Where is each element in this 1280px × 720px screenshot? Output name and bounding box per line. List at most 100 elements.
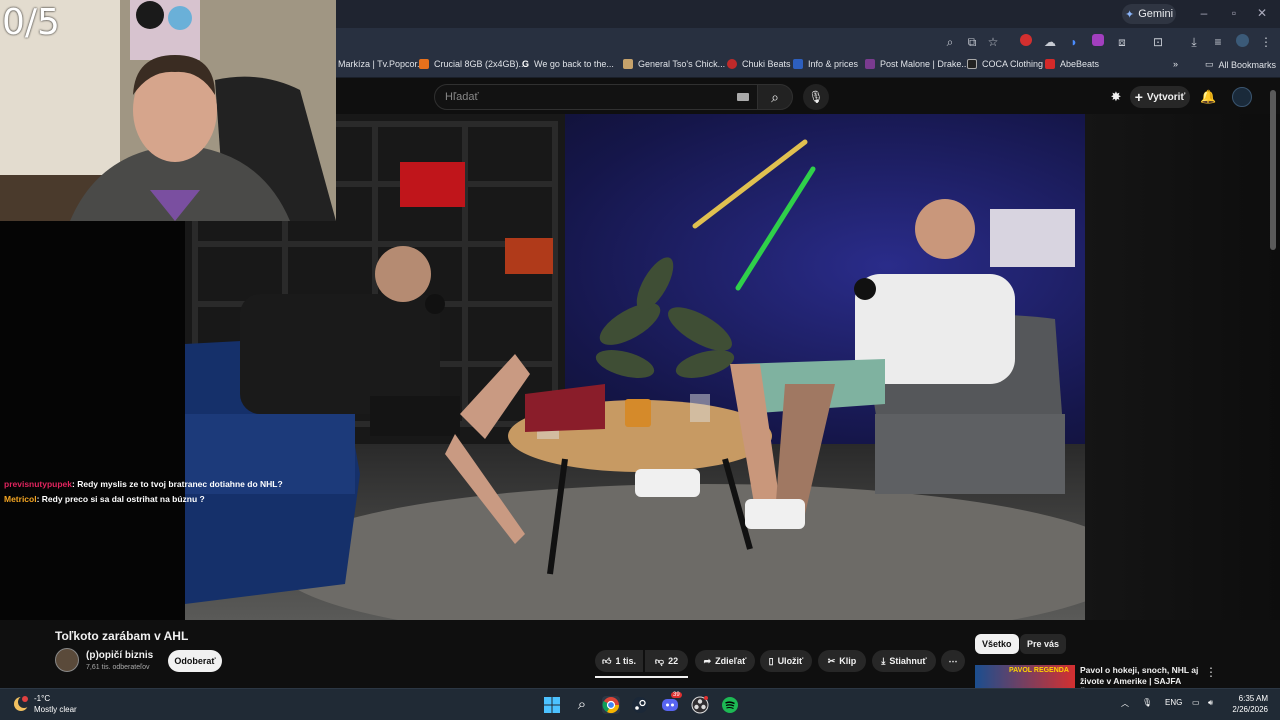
- download-button[interactable]: ⤓ Stiahnuť: [872, 650, 936, 672]
- chat-text: : Redy myslis ze to tvoj bratranec dotia…: [72, 479, 283, 489]
- stream-chat-overlay: [0, 221, 185, 620]
- account-avatar[interactable]: [1232, 87, 1252, 107]
- restore-icon[interactable]: ▫: [1224, 6, 1244, 20]
- voice-search-button[interactable]: 🎙: [803, 84, 829, 110]
- video-side-area: [1085, 114, 1280, 620]
- thumbs-up-icon: 👍︎: [602, 655, 612, 666]
- create-button[interactable]: + Vytvoriť: [1130, 86, 1190, 108]
- dislike-button[interactable]: 👎︎ 22: [645, 650, 688, 672]
- discord-taskbar-icon[interactable]: 39: [661, 692, 682, 714]
- folder-icon: ▭: [1205, 59, 1214, 69]
- steam-taskbar-icon[interactable]: [631, 696, 649, 714]
- zoom-icon[interactable]: ⌕: [942, 34, 958, 50]
- install-app-icon[interactable]: ⧉: [964, 34, 980, 50]
- chip-for-you[interactable]: Pre vás: [1020, 634, 1067, 654]
- create-label: Vytvoriť: [1146, 91, 1186, 103]
- taskbar-search-icon[interactable]: ⌕: [573, 696, 591, 714]
- favicon-icon: [419, 59, 429, 69]
- thumbs-down-icon: 👎︎: [654, 655, 665, 666]
- recommended-thumbnail[interactable]: PAVOL REGENDA: [975, 665, 1075, 688]
- red-shelf-light: [400, 162, 465, 207]
- download-icon: ⤓: [881, 655, 886, 666]
- search-button[interactable]: ⌕: [757, 84, 793, 110]
- volume-icon[interactable]: 🔊︎: [1208, 698, 1213, 708]
- favicon-icon: [1045, 59, 1055, 69]
- favicon-icon: [967, 59, 977, 69]
- media-controls-icon[interactable]: ≡: [1210, 34, 1226, 50]
- sparkle-icon: ✦: [1124, 8, 1135, 21]
- channel-avatar[interactable]: [55, 648, 79, 672]
- bookmark-star-icon[interactable]: ☆: [985, 34, 1001, 50]
- tray-overflow-icon[interactable]: ︿: [1121, 698, 1129, 709]
- chip-all[interactable]: Všetko: [975, 634, 1019, 654]
- chrome-taskbar-icon[interactable]: [602, 696, 620, 714]
- input-language[interactable]: ENG: [1165, 698, 1182, 707]
- bookmark-item[interactable]: General Tso's Chick...: [623, 59, 725, 69]
- like-button[interactable]: 👍︎ 1 tis.: [595, 650, 643, 672]
- profile-avatar-icon[interactable]: [1234, 34, 1250, 50]
- more-horizontal-icon: ⋯: [948, 655, 958, 666]
- g-favicon-icon: G: [522, 59, 530, 69]
- goal-counter: 0/5: [2, 2, 60, 43]
- gemini-button[interactable]: ✦ Gemini: [1122, 4, 1176, 24]
- network-icon[interactable]: ▭: [1192, 698, 1200, 707]
- thumbnail-text: PAVOL REGENDA: [1009, 667, 1069, 674]
- favicon-icon: [865, 59, 875, 69]
- channel-name[interactable]: (p)opičí biznis: [86, 650, 153, 661]
- bookmark-item[interactable]: Markíza | Tv.Popcor...: [338, 59, 425, 69]
- subscriber-count: 7,61 tis. odberateľov: [86, 664, 150, 671]
- share-button[interactable]: ➦ Zdieľať: [695, 650, 755, 672]
- bookmark-item[interactable]: Post Malone | Drake...: [865, 59, 969, 69]
- weather-description: Mostly clear: [34, 705, 77, 714]
- bookmarks-overflow-icon[interactable]: »: [1173, 59, 1178, 69]
- share-icon: ➦: [703, 655, 712, 666]
- page-scrollbar[interactable]: [1270, 90, 1276, 250]
- bookmark-item[interactable]: G We go back to the...: [522, 59, 614, 69]
- notifications-bell-icon[interactable]: 🔔: [1200, 89, 1216, 105]
- downloads-icon[interactable]: ⤓: [1186, 34, 1202, 50]
- spotify-taskbar-icon[interactable]: [721, 696, 739, 714]
- extension-red-icon[interactable]: [1018, 34, 1034, 50]
- discord-badge: 39: [671, 692, 682, 698]
- subscribe-button[interactable]: Odoberať: [168, 650, 222, 672]
- close-icon[interactable]: ✕: [1252, 6, 1272, 20]
- weather-moon-icon[interactable]: [12, 695, 30, 713]
- clip-button[interactable]: ✂ Klip: [818, 650, 866, 672]
- clock-time[interactable]: 6:35 AM: [1230, 694, 1268, 703]
- search-placeholder: Hľadať: [445, 91, 479, 103]
- search-icon: ⌕: [771, 89, 779, 105]
- save-button[interactable]: ▯ Uložiť: [760, 650, 812, 672]
- bookmark-icon: ▯: [768, 655, 774, 666]
- favicon-icon: [623, 59, 633, 69]
- chat-username: previsnutypupek: [4, 479, 73, 489]
- bookmark-item[interactable]: Chuki Beats: [727, 59, 791, 69]
- video-title: Toľkoto zarábam v AHL: [55, 629, 189, 643]
- obs-taskbar-icon[interactable]: [691, 696, 709, 714]
- plus-icon: +: [1134, 89, 1143, 105]
- tab-search-icon[interactable]: ⊡: [1150, 34, 1166, 50]
- bookmark-item[interactable]: AbeBeats: [1045, 59, 1099, 69]
- search-input[interactable]: Hľadať: [434, 84, 758, 110]
- like-bar: [595, 676, 688, 678]
- windows-start-icon[interactable]: [543, 696, 561, 714]
- more-actions-button[interactable]: ⋯: [941, 650, 965, 672]
- chat-message: Metricol: Redy preco si sa dal ostrihat …: [4, 494, 205, 504]
- bookmark-item[interactable]: Crucial 8GB (2x4GB)...: [419, 59, 526, 69]
- scissors-icon: ✂: [827, 655, 836, 666]
- chat-text: : Redy preco si sa dal ostrihat na búznu…: [36, 494, 205, 504]
- all-bookmarks-button[interactable]: ▭ All Bookmarks: [1205, 59, 1276, 70]
- bookmark-item[interactable]: COCA Clothing: [967, 59, 1043, 69]
- extension-grey-icon[interactable]: ☁: [1042, 34, 1058, 50]
- clock-date[interactable]: 2/26/2026: [1222, 705, 1268, 714]
- keyboard-icon[interactable]: [737, 93, 749, 101]
- assistant-icon[interactable]: ✸: [1108, 89, 1124, 105]
- chat-message: previsnutypupek: Redy myslis ze to tvoj …: [4, 479, 283, 489]
- chrome-menu-icon[interactable]: ⋮: [1258, 34, 1274, 50]
- reco-more-icon[interactable]: ⋮: [1205, 665, 1217, 679]
- tray-mic-icon[interactable]: 🎙︎: [1142, 698, 1152, 707]
- extension-purple-icon[interactable]: [1090, 34, 1106, 50]
- extensions-puzzle-icon[interactable]: ⧈: [1114, 34, 1130, 50]
- extension-blue-icon[interactable]: ◗: [1066, 34, 1082, 50]
- bookmark-item[interactable]: Info & prices: [793, 59, 858, 69]
- minimize-icon[interactable]: –: [1194, 6, 1214, 20]
